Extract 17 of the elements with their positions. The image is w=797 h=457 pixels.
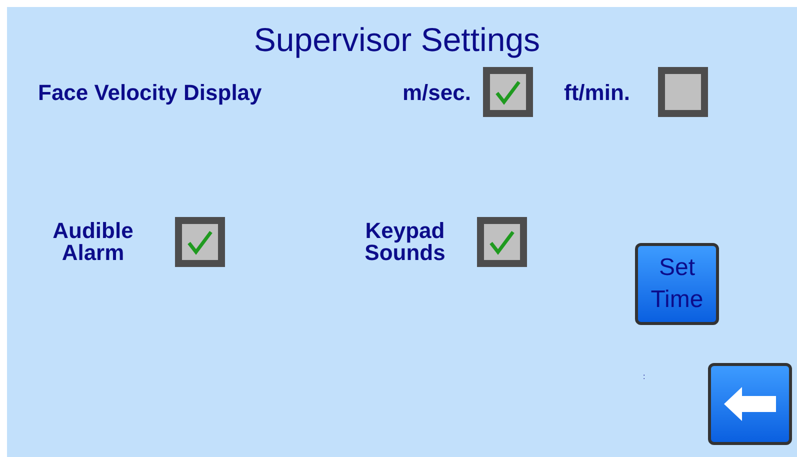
checkbox[interactable] <box>175 217 225 267</box>
checkbox[interactable] <box>477 217 527 267</box>
checkmark-icon <box>186 228 214 256</box>
back-button[interactable] <box>708 363 792 445</box>
option-label: m/sec. <box>402 78 472 106</box>
setting-label: Keypad Sounds <box>364 220 446 264</box>
setting-label: Face Velocity Display <box>38 78 263 107</box>
setting-label: Audible Alarm <box>52 220 134 264</box>
set-time-button[interactable]: Set Time <box>635 243 719 325</box>
back-arrow-icon <box>724 387 776 421</box>
option-label: ft/min. <box>564 78 631 106</box>
checkbox[interactable] <box>658 67 708 117</box>
checkbox[interactable] <box>483 67 533 117</box>
page-title: Supervisor Settings <box>252 23 542 56</box>
checkmark-icon <box>494 78 522 106</box>
checkmark-icon <box>488 228 516 256</box>
separator-mark: : <box>643 373 646 381</box>
